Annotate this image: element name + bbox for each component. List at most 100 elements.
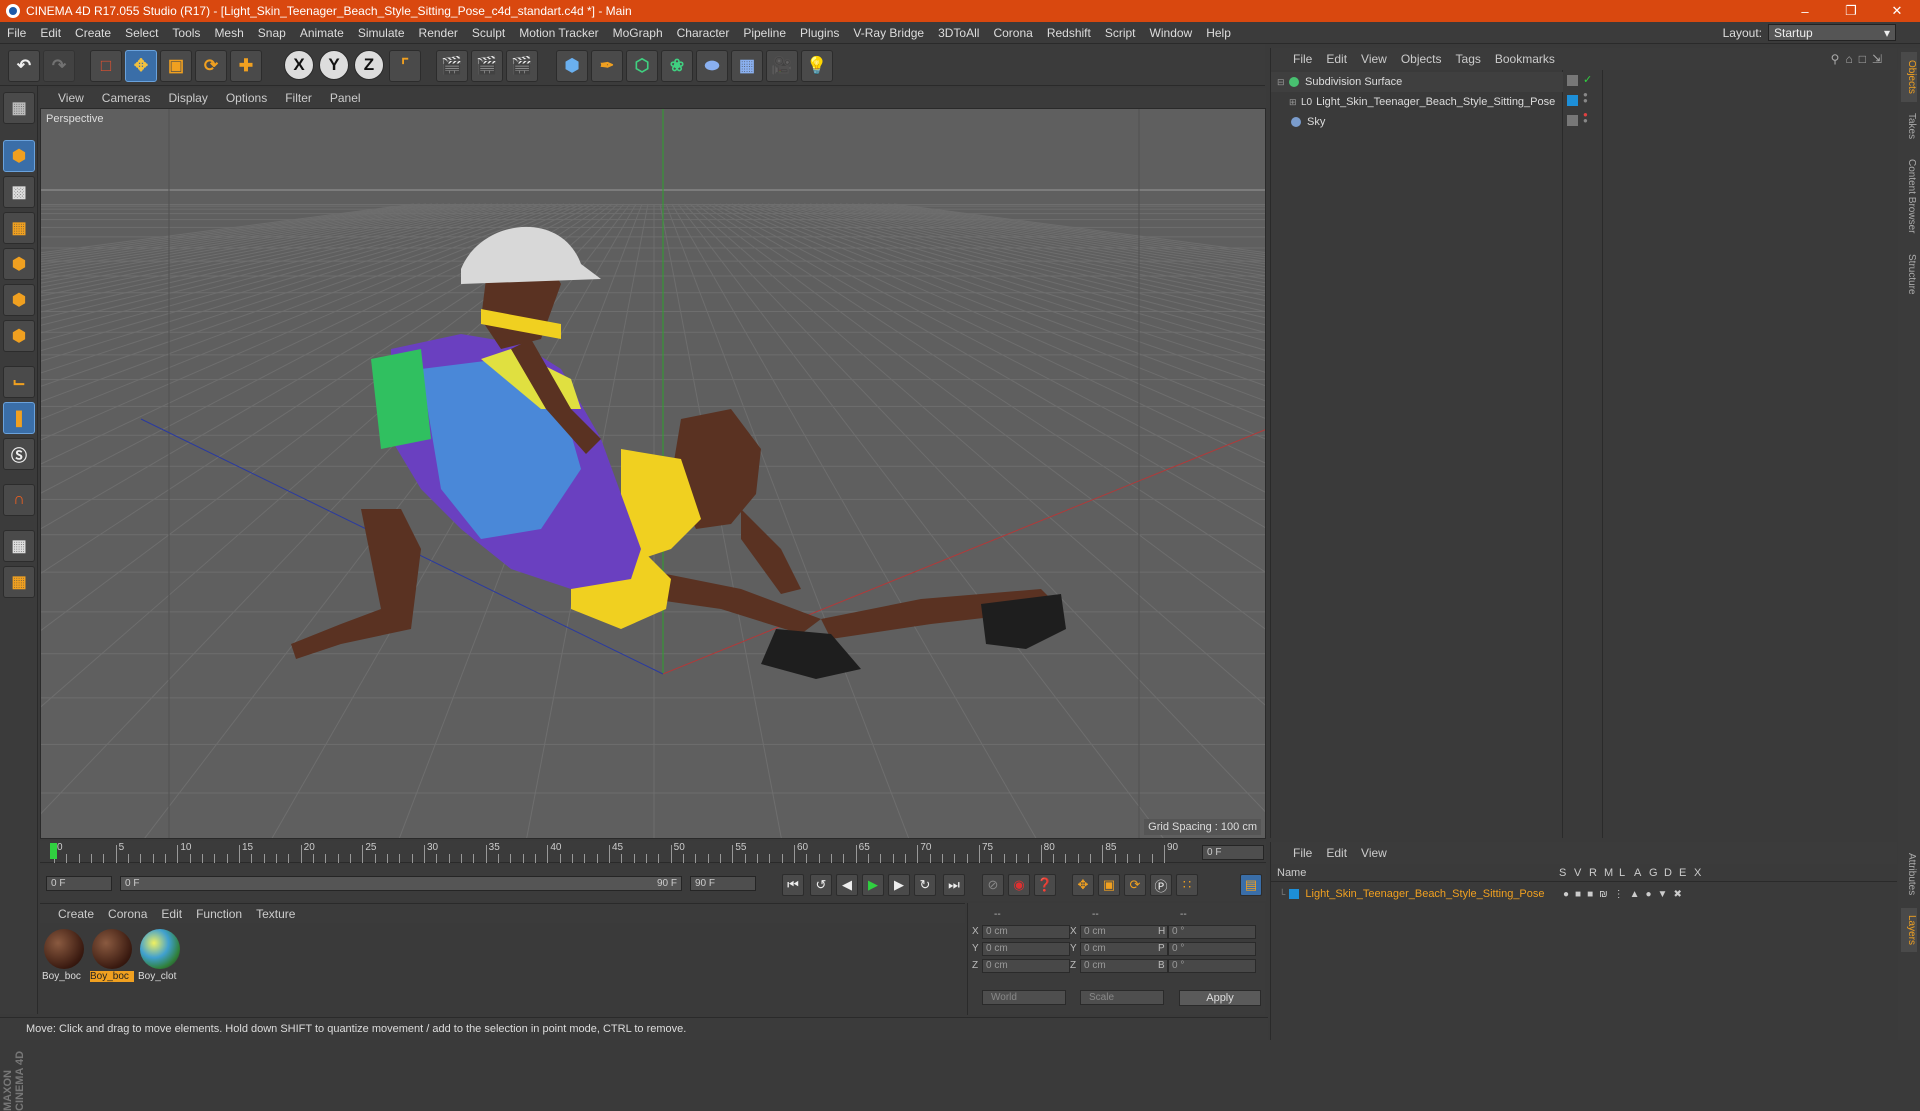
menu-item-3dtoall[interactable]: 3DToAll <box>931 26 986 40</box>
coord-value-field[interactable]: 0 cm <box>982 942 1070 956</box>
viewport-menu-options[interactable]: Options <box>220 91 279 105</box>
tab-objects[interactable]: Objects <box>1901 52 1917 102</box>
floor-button[interactable]: ▦ <box>731 50 763 82</box>
play-button[interactable]: ▶ <box>862 874 884 896</box>
tab-structure[interactable]: Structure <box>1901 246 1917 302</box>
coord-value-field[interactable]: 0 cm <box>1080 925 1168 939</box>
rotate-tool-button[interactable]: ⟳ <box>195 50 227 82</box>
coord-value-field[interactable]: 0 cm <box>1080 942 1168 956</box>
viewport-menu-display[interactable]: Display <box>162 91 219 105</box>
visibility-dots-icon[interactable]: ● ● <box>1583 111 1588 125</box>
viewport-menu-filter[interactable]: Filter <box>279 91 324 105</box>
key-parameter-button[interactable]: Ⓟ <box>1150 874 1172 896</box>
y-axis-button[interactable]: Y <box>319 50 349 80</box>
material-swatch-1[interactable]: Boy_boc <box>42 929 86 989</box>
layer-menu-edit[interactable]: Edit <box>1320 846 1355 860</box>
layer-menu-file[interactable]: File <box>1287 846 1320 860</box>
object-menu-file[interactable]: File <box>1287 52 1320 66</box>
edges-mode-button[interactable]: ⬢ <box>3 284 35 316</box>
visibility-dots-icon[interactable]: ● ● <box>1583 91 1588 105</box>
coord-value-field[interactable]: 0 cm <box>982 959 1070 973</box>
layer-flag-header[interactable]: V <box>1574 867 1581 879</box>
viewport-menu-cameras[interactable]: Cameras <box>96 91 163 105</box>
enabled-check-icon[interactable]: ✓ <box>1583 73 1592 86</box>
layer-flag-header[interactable]: D <box>1664 867 1672 879</box>
live-selection-button[interactable]: □ <box>90 50 122 82</box>
snap-button[interactable]: ∩ <box>3 484 35 516</box>
menu-item-corona[interactable]: Corona <box>986 26 1039 40</box>
locked-workplane-button[interactable]: ▦ <box>3 530 35 562</box>
key-position-button[interactable]: ✥ <box>1072 874 1094 896</box>
material-swatch-2[interactable]: Boy_boc <box>90 929 134 989</box>
menu-item-file[interactable]: File <box>0 26 33 40</box>
layer-flag-header[interactable]: A <box>1634 867 1641 879</box>
menu-item-motion-tracker[interactable]: Motion Tracker <box>512 26 605 40</box>
tab-attributes[interactable]: Attributes <box>1901 844 1917 904</box>
menu-item-create[interactable]: Create <box>68 26 118 40</box>
menu-item-render[interactable]: Render <box>412 26 465 40</box>
layer-color-icon[interactable] <box>1567 75 1578 86</box>
menu-item-tools[interactable]: Tools <box>165 26 207 40</box>
render-settings-button[interactable]: 🎬 <box>506 50 538 82</box>
redo-button[interactable]: ↷ <box>43 50 75 82</box>
menu-item-edit[interactable]: Edit <box>33 26 68 40</box>
tab-takes[interactable]: Takes <box>1901 106 1917 146</box>
current-frame-field[interactable]: 0 F <box>1202 845 1264 860</box>
frame-range-slider[interactable]: 0 F 90 F <box>120 876 682 891</box>
layout-dropdown[interactable]: Startup ▾ <box>1768 24 1896 41</box>
object-menu-edit[interactable]: Edit <box>1320 52 1355 66</box>
coord-value-field[interactable]: 0 ° <box>1168 942 1256 956</box>
home-icon[interactable]: ⌂ <box>1845 52 1852 66</box>
camera-button[interactable]: 🎥 <box>766 50 798 82</box>
previous-frame-button[interactable]: ◀ <box>836 874 858 896</box>
render-picture-viewer-button[interactable]: 🎬 <box>471 50 503 82</box>
search-icon[interactable]: ⚲ <box>1831 52 1840 66</box>
viewport-menu-view[interactable]: View <box>52 91 96 105</box>
points-mode-button[interactable]: ⬢ <box>3 248 35 280</box>
texture-mode-button[interactable]: ▩ <box>3 176 35 208</box>
autokey-button[interactable]: ❓ <box>1034 874 1056 896</box>
object-menu-view[interactable]: View <box>1355 52 1395 66</box>
render-view-button[interactable]: 🎬 <box>436 50 468 82</box>
coord-value-field[interactable]: 0 cm <box>982 925 1070 939</box>
window-icon[interactable]: □ <box>1859 52 1866 66</box>
spline-pen-button[interactable]: ✒ <box>591 50 623 82</box>
coord-value-field[interactable]: 0 cm <box>1080 959 1168 973</box>
go-to-end-button[interactable]: ⏭ <box>943 874 965 896</box>
object-row-subdivision-surface[interactable]: ⊟ Subdivision Surface <box>1271 72 1563 92</box>
timeline-window-button[interactable]: ▤ <box>1240 874 1262 896</box>
menu-item-v-ray-bridge[interactable]: V-Ray Bridge <box>846 26 931 40</box>
deformer-button[interactable]: ⬬ <box>696 50 728 82</box>
subdivision-surface-button[interactable]: ⬡ <box>626 50 658 82</box>
coord-value-field[interactable]: 0 ° <box>1168 959 1256 973</box>
object-row-teenager-pose[interactable]: ⊞ L0 Light_Skin_Teenager_Beach_Style_Sit… <box>1271 92 1563 112</box>
object-menu-tags[interactable]: Tags <box>1450 52 1489 66</box>
layer-flag-header[interactable]: G <box>1649 867 1658 879</box>
polygons-mode-button[interactable]: ⬢ <box>3 320 35 352</box>
cloner-button[interactable]: ❀ <box>661 50 693 82</box>
menu-item-window[interactable]: Window <box>1143 26 1200 40</box>
apply-button[interactable]: Apply <box>1179 990 1261 1006</box>
make-editable-button[interactable]: ▦ <box>3 92 35 124</box>
solo-button[interactable]: Ⓢ <box>3 438 35 470</box>
menu-item-sculpt[interactable]: Sculpt <box>465 26 512 40</box>
model-mode-button[interactable]: ⬢ <box>3 140 35 172</box>
menu-item-mograph[interactable]: MoGraph <box>606 26 670 40</box>
transform-tool-button[interactable]: ✚ <box>230 50 262 82</box>
menu-item-plugins[interactable]: Plugins <box>793 26 846 40</box>
next-key-button[interactable]: ↻ <box>914 874 936 896</box>
light-button[interactable]: 💡 <box>801 50 833 82</box>
object-menu-bookmarks[interactable]: Bookmarks <box>1489 52 1563 66</box>
layer-flag-header[interactable]: R <box>1589 867 1597 879</box>
undo-button[interactable]: ↶ <box>8 50 40 82</box>
menu-item-character[interactable]: Character <box>670 26 737 40</box>
autokey-off-button[interactable]: ⊘ <box>982 874 1004 896</box>
layer-row[interactable]: └ Light_Skin_Teenager_Beach_Style_Sittin… <box>1271 884 1897 904</box>
coordinate-system-button[interactable]: ⌜ <box>389 50 421 82</box>
layer-flag-icons[interactable]: ●■■₪⋮▲●▼✖ <box>1563 889 1688 900</box>
material-menu-corona[interactable]: Corona <box>102 907 155 921</box>
start-frame-field[interactable]: 0 F <box>46 876 112 891</box>
end-frame-field[interactable]: 90 F <box>690 876 756 891</box>
workplane-mode-button[interactable]: ▦ <box>3 212 35 244</box>
layer-flag-header[interactable]: L <box>1619 867 1625 879</box>
